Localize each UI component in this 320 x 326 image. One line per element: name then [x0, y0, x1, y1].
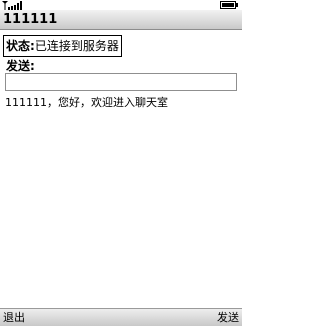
phone-status-bar	[0, 0, 242, 10]
send-label: 发送:	[6, 59, 35, 73]
status-value: 已连接到服务器	[34, 39, 119, 53]
softkey-bar: 退出 发送	[0, 308, 242, 326]
status-label: 状态:	[6, 39, 35, 53]
chat-message-list: 111111，您好，欢迎进入聊天室	[5, 96, 237, 110]
connection-status: 状态:已连接到服务器	[3, 35, 122, 57]
message-input[interactable]	[5, 73, 237, 91]
window-title: 111111	[3, 12, 58, 27]
send-softkey[interactable]: 发送	[217, 311, 239, 325]
chat-message: 111111，您好，欢迎进入聊天室	[5, 96, 168, 109]
battery-icon	[220, 1, 238, 9]
exit-softkey[interactable]: 退出	[3, 311, 25, 325]
title-bar: 111111	[0, 10, 242, 30]
signal-strength-icon	[2, 1, 22, 10]
